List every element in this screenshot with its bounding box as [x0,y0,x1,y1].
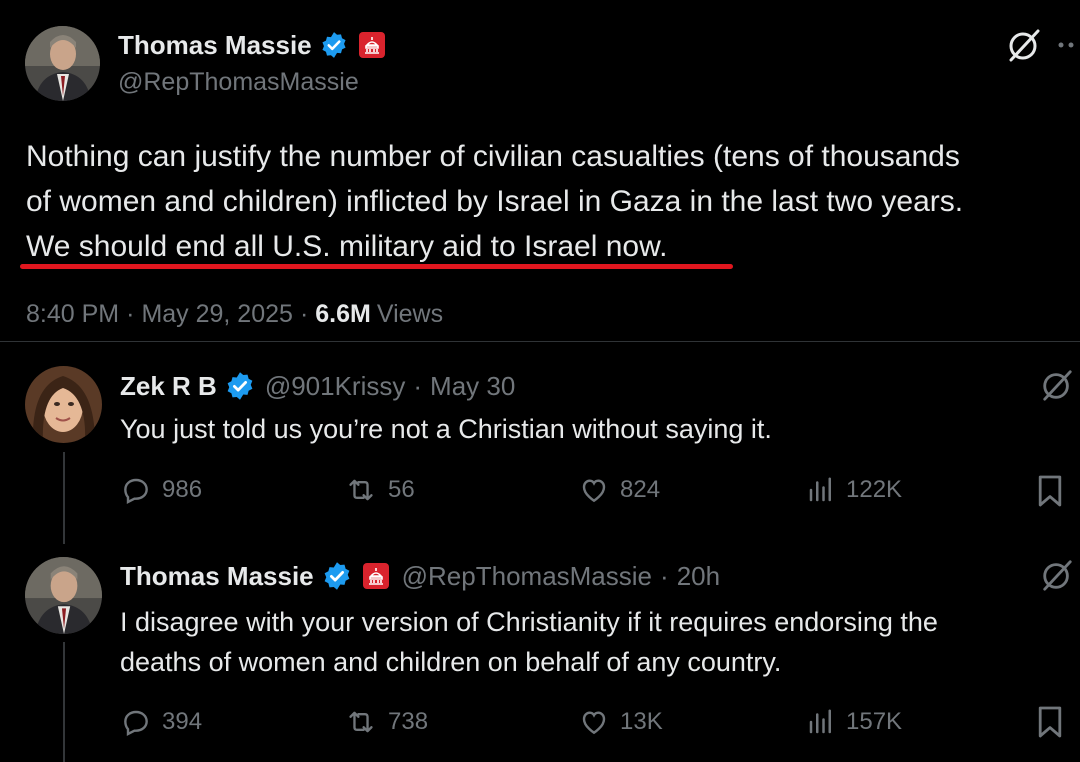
tweet-text: Nothing can justify the number of civili… [26,134,1080,269]
avatar[interactable] [25,26,100,101]
reply-button[interactable]: 986 [120,474,202,506]
reply-author-name[interactable]: Zek R B [120,371,217,402]
reply-author-handle[interactable]: @RepThomasMassie [402,561,652,592]
like-button[interactable]: 824 [578,474,660,506]
tweet-text-line: of women and children) inflicted by Isra… [26,185,964,218]
repost-button[interactable]: 56 [344,474,415,506]
repost-count: 738 [388,708,429,735]
verified-badge-icon [225,371,255,401]
bookmark-icon[interactable] [1036,474,1064,508]
reply-icon [120,706,152,738]
author-handle[interactable]: @RepThomasMassie [118,68,359,97]
verified-badge-icon [320,31,348,59]
government-badge-icon [362,562,390,590]
reply-time[interactable]: 20h [677,561,720,592]
repost-icon [344,474,378,506]
thread-line [63,452,65,544]
views-button[interactable]: 122K [806,474,902,506]
reply-text: I disagree with your version of Christia… [120,602,938,682]
reply-text-line: I disagree with your version of Christia… [120,607,938,637]
reply-author-handle[interactable]: @901Krissy [265,371,406,402]
tweet-date[interactable]: May 29, 2025 [141,300,293,329]
tweet-time[interactable]: 8:40 PM [26,300,119,329]
grok-icon[interactable] [1006,27,1042,63]
views-icon [806,706,836,738]
tweet-text-line-highlighted: We should end all U.S. military aid to I… [26,230,668,263]
reply-button[interactable]: 394 [120,706,202,738]
verified-badge-icon [322,561,352,591]
heart-icon [578,706,610,738]
reply-count: 986 [162,476,203,503]
government-badge-icon [358,31,386,59]
views-button[interactable]: 157K [806,706,902,738]
views-label: Views [376,300,444,328]
reply-icon [120,474,152,506]
views-count: 122K [846,476,903,503]
avatar[interactable] [25,366,102,443]
avatar[interactable] [25,557,102,634]
thread-line [63,642,65,762]
views-icon [806,474,836,506]
reply-count: 394 [162,708,203,735]
red-underline [20,264,733,269]
reply-time[interactable]: May 30 [430,371,515,402]
grok-icon[interactable] [1040,558,1074,592]
repost-button[interactable]: 738 [344,706,428,738]
views-count: 157K [846,708,903,735]
repost-count: 56 [388,476,415,503]
reply-author-name[interactable]: Thomas Massie [120,561,314,592]
like-count: 824 [620,476,661,503]
author-name[interactable]: Thomas Massie [118,30,312,61]
reply-text-line: deaths of women and children on behalf o… [120,647,782,677]
more-dots-icon[interactable] [1055,38,1080,52]
divider [0,341,1080,342]
like-button[interactable]: 13K [578,706,663,738]
views-count: 6.6M [315,300,371,328]
repost-icon [344,706,378,738]
tweet-meta: 8:40 PM · May 29, 2025 · 6.6M Views [26,300,444,329]
reply-text: You just told us you’re not a Christian … [120,414,772,444]
heart-icon [578,474,610,506]
grok-icon[interactable] [1040,368,1074,402]
tweet-text-line: Nothing can justify the number of civili… [26,140,960,173]
like-count: 13K [620,708,663,735]
bookmark-icon[interactable] [1036,705,1064,739]
